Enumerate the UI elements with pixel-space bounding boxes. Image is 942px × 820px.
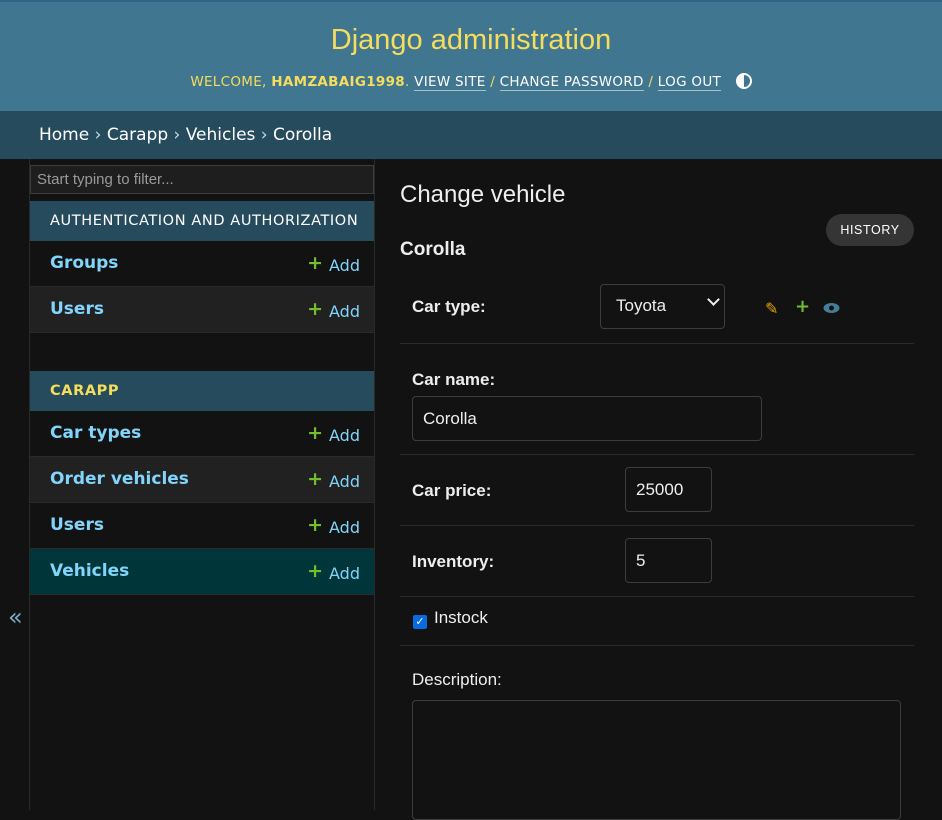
add-carapp-users-button[interactable]: + Add [307,514,360,538]
inventory-input[interactable] [625,538,712,583]
model-link-order-vehicles[interactable]: Order vehicles [50,469,189,489]
change-password-link[interactable]: CHANGE PASSWORD [499,74,644,91]
plus-icon: + [307,298,324,320]
instock-label[interactable]: Instock [434,608,488,628]
nav-sidebar-toggle[interactable]: « [0,159,30,810]
user-tools: WELCOME, HAMZABAIG1998. VIEW SITE / CHAN… [0,73,942,91]
breadcrumb-current: Corolla [273,125,333,145]
history-button[interactable]: HISTORY [826,214,914,246]
plus-icon: + [307,514,324,536]
description-textarea[interactable] [412,700,901,820]
model-link-carapp-users[interactable]: Users [50,515,104,535]
car-name-label: Car name: [412,370,496,389]
car-type-label: Car type: [412,297,486,316]
car-price-label: Car price: [412,481,492,500]
collapse-sidebar-icon[interactable]: « [8,603,23,631]
plus-icon: + [307,422,324,444]
add-order-vehicles-button[interactable]: + Add [307,468,360,492]
car-price-input[interactable] [625,467,712,512]
nav-filter-input[interactable] [30,165,374,194]
separator: / [490,74,496,90]
sidebar-item-carapp-users: Users + Add [30,503,374,549]
breadcrumb-separator: › [173,125,181,145]
breadcrumb-separator: › [260,125,268,145]
breadcrumb-app[interactable]: Carapp [107,125,168,145]
model-link-users[interactable]: Users [50,299,104,319]
plus-icon: + [307,468,324,490]
breadcrumb-model[interactable]: Vehicles [186,125,256,145]
object-name: Corolla [400,239,466,260]
sidebar-item-groups: Groups + Add [30,241,374,287]
breadcrumb-home[interactable]: Home [39,125,89,145]
module-caption-auth[interactable]: AUTHENTICATION AND AUTHORIZATION [30,201,374,241]
pencil-icon[interactable]: ✎ [765,299,778,318]
breadcrumb: Home › Carapp › Vehicles › Corolla [0,111,942,159]
eye-icon[interactable] [823,299,840,318]
log-out-link[interactable]: LOG OUT [657,74,722,91]
plus-icon: + [307,252,324,274]
site-title[interactable]: Django administration [0,24,942,57]
welcome-text: WELCOME, [190,74,267,90]
breadcrumb-separator: › [94,125,102,145]
model-link-groups[interactable]: Groups [50,253,118,273]
main-content: Change vehicle HISTORY Corolla Car type:… [375,159,942,820]
sidebar-item-order-vehicles: Order vehicles + Add [30,457,374,503]
plus-icon[interactable]: + [795,296,810,317]
instock-checkbox[interactable]: ✓ [413,615,427,629]
chevron-down-icon [707,293,720,306]
view-site-link[interactable]: VIEW SITE [414,74,486,91]
add-users-button[interactable]: + Add [307,298,360,322]
sidebar-item-users: Users + Add [30,287,374,333]
separator: / [648,74,654,90]
username: HAMZABAIG1998 [271,74,405,90]
module-caption-carapp[interactable]: CARAPP [30,371,374,411]
add-groups-button[interactable]: + Add [307,252,360,276]
add-vehicles-button[interactable]: + Add [307,560,360,584]
model-link-vehicles[interactable]: Vehicles [50,561,129,581]
car-type-select[interactable]: Toyota [600,284,725,329]
sidebar-item-car-types: Car types + Add [30,411,374,457]
sidebar-item-vehicles: Vehicles + Add [30,549,374,595]
plus-icon: + [307,560,324,582]
inventory-label: Inventory: [412,552,495,571]
model-link-car-types[interactable]: Car types [50,423,141,443]
page-title: Change vehicle [400,181,566,208]
add-car-types-button[interactable]: + Add [307,422,360,446]
site-header: Django administration WELCOME, HAMZABAIG… [0,0,942,111]
description-label: Description: [412,670,502,689]
nav-sidebar: AUTHENTICATION AND AUTHORIZATION Groups … [30,159,375,810]
theme-toggle-icon[interactable] [735,73,752,89]
car-name-input[interactable] [412,396,762,441]
